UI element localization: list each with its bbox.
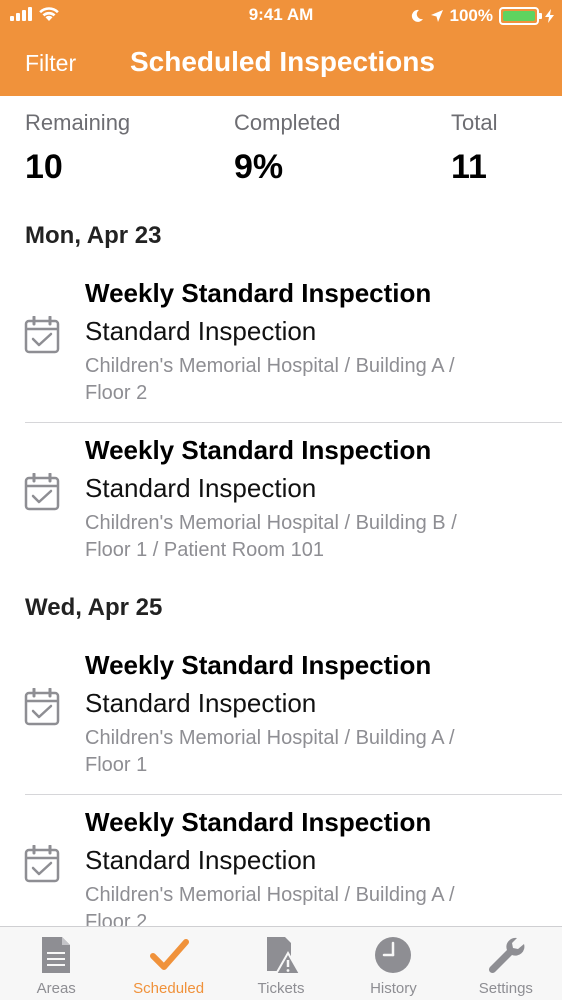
inspection-location: Children's Memorial Hospital / Building …: [85, 512, 457, 561]
navigation-bar: Filter Scheduled Inspections: [0, 38, 562, 88]
checkmark-icon: [149, 939, 189, 970]
tab-history-label: History: [370, 980, 417, 997]
inspection-list: Mon, Apr 23 Weekly Standard Inspection S…: [0, 208, 562, 952]
ticket-warning-icon: [267, 937, 302, 975]
tab-tickets[interactable]: Tickets: [225, 927, 337, 1000]
battery-percent: 100%: [449, 6, 493, 25]
tab-areas-label: Areas: [36, 980, 76, 997]
calendar-check-icon: [24, 688, 60, 726]
inspection-type: Standard Inspection: [85, 316, 317, 346]
calendar-check-icon: [24, 473, 60, 511]
location-arrow-icon: [430, 10, 443, 22]
stat-completed-label: Completed: [234, 110, 341, 135]
summary-stats: Remaining 10 Completed 9% Total 11: [0, 96, 562, 206]
clock-icon: [375, 937, 412, 973]
tab-history[interactable]: History: [337, 927, 449, 1000]
header: 9:41 AM 100% Filter Scheduled Inspection…: [0, 0, 562, 96]
stat-completed-value: 9%: [234, 148, 284, 186]
page-title: Scheduled Inspections: [130, 46, 435, 77]
battery-icon: [499, 7, 542, 25]
stat-remaining-label: Remaining: [25, 110, 131, 135]
section-header-date: Mon, Apr 23: [25, 222, 162, 249]
inspection-list-item[interactable]: Weekly Standard Inspection Standard Insp…: [0, 266, 562, 423]
tab-scheduled[interactable]: Scheduled: [112, 927, 224, 1000]
inspection-list-item[interactable]: Weekly Standard Inspection Standard Insp…: [0, 638, 562, 795]
inspection-type: Standard Inspection: [85, 688, 317, 718]
inspection-text: Weekly Standard Inspection Standard Insp…: [85, 805, 542, 936]
moon-icon: [411, 9, 423, 22]
tab-areas[interactable]: Areas: [0, 927, 112, 1000]
inspection-list-item[interactable]: Weekly Standard Inspection Standard Insp…: [0, 423, 562, 580]
status-right: 100%: [410, 6, 554, 26]
charging-bolt-icon: [545, 9, 554, 23]
tab-tickets-label: Tickets: [257, 980, 305, 997]
stat-total: Total 11: [451, 110, 497, 187]
filter-button[interactable]: Filter: [25, 50, 76, 77]
stat-remaining-value: 10: [25, 148, 63, 186]
inspection-text: Weekly Standard Inspection Standard Insp…: [85, 433, 542, 564]
document-icon: [42, 937, 71, 973]
tab-settings-label: Settings: [478, 980, 533, 997]
inspection-title: Weekly Standard Inspection: [85, 278, 432, 308]
inspection-text: Weekly Standard Inspection Standard Insp…: [85, 276, 542, 407]
inspection-location: Children's Memorial Hospital / Building …: [85, 727, 455, 776]
inspection-type: Standard Inspection: [85, 845, 317, 875]
inspection-title: Weekly Standard Inspection: [85, 435, 432, 465]
inspection-title: Weekly Standard Inspection: [85, 807, 432, 837]
inspection-title: Weekly Standard Inspection: [85, 650, 432, 680]
section-header-date: Wed, Apr 25: [25, 594, 163, 621]
inspection-type: Standard Inspection: [85, 473, 317, 503]
inspection-location: Children's Memorial Hospital / Building …: [85, 355, 455, 404]
tab-bar: Areas Scheduled Tickets History Settings: [0, 926, 562, 1000]
stat-remaining: Remaining 10: [25, 110, 130, 187]
status-bar: 9:41 AM 100%: [0, 0, 562, 32]
inspection-text: Weekly Standard Inspection Standard Insp…: [85, 648, 542, 779]
stat-total-label: Total: [451, 110, 498, 135]
tab-scheduled-label: Scheduled: [133, 980, 205, 997]
calendar-check-icon: [24, 316, 60, 354]
stat-total-value: 11: [451, 148, 487, 186]
stat-completed: Completed 9%: [234, 110, 340, 187]
wrench-icon: [488, 937, 525, 974]
calendar-check-icon: [24, 845, 60, 883]
tab-settings[interactable]: Settings: [450, 927, 562, 1000]
